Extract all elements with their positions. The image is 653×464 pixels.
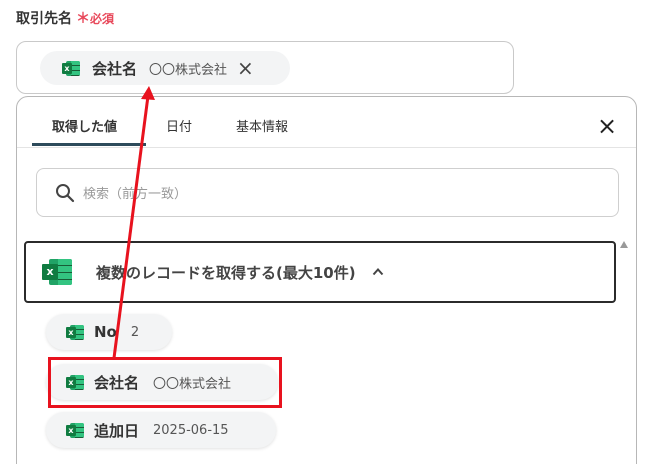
item-value: 2	[130, 324, 140, 340]
search-placeholder: 検索（前方一致）	[83, 187, 188, 202]
chevron-up-icon	[372, 268, 383, 276]
search-input[interactable]: 検索（前方一致）	[36, 168, 619, 217]
item-value: 2025-06-15	[153, 422, 229, 438]
highlight-box	[48, 357, 282, 408]
excel-icon: x	[66, 422, 84, 438]
token-value: 〇〇株式会社	[149, 62, 228, 78]
close-icon[interactable]: ×	[237, 58, 254, 78]
list-item[interactable]: x No 2	[46, 314, 172, 350]
token-name: 会社名	[92, 59, 138, 78]
excel-icon: x	[66, 324, 84, 340]
search-icon	[56, 183, 75, 202]
group-title: 複数のレコードを取得する(最大10件)	[96, 263, 356, 282]
field-label-text: 取引先名	[16, 11, 72, 27]
field-label: 取引先名 ＊必須	[16, 8, 114, 28]
excel-icon: x	[42, 259, 72, 285]
close-icon[interactable]: ×	[597, 114, 617, 138]
stage: 取引先名 ＊必須 x 会社名 〇〇株式会社 × 取得した値 日付 基本情報 × 検…	[0, 0, 653, 464]
list-item[interactable]: x 追加日 2025-06-15	[46, 412, 276, 448]
required-badge: 必須	[90, 12, 115, 26]
item-name: 追加日	[94, 421, 140, 440]
selected-value-token[interactable]: x 会社名 〇〇株式会社 ×	[40, 51, 290, 85]
tab-fetched-values[interactable]: 取得した値	[52, 116, 117, 135]
tab-divider	[17, 147, 636, 148]
required-star: ＊	[76, 11, 90, 27]
active-tab-indicator	[32, 143, 146, 146]
tab-date[interactable]: 日付	[166, 116, 192, 135]
scroll-up-arrow[interactable]	[620, 241, 628, 248]
record-group-header[interactable]: x 複数のレコードを取得する(最大10件)	[24, 241, 616, 303]
tab-basic-info[interactable]: 基本情報	[236, 116, 288, 135]
excel-icon: x	[62, 60, 80, 76]
item-name: No	[94, 323, 117, 341]
